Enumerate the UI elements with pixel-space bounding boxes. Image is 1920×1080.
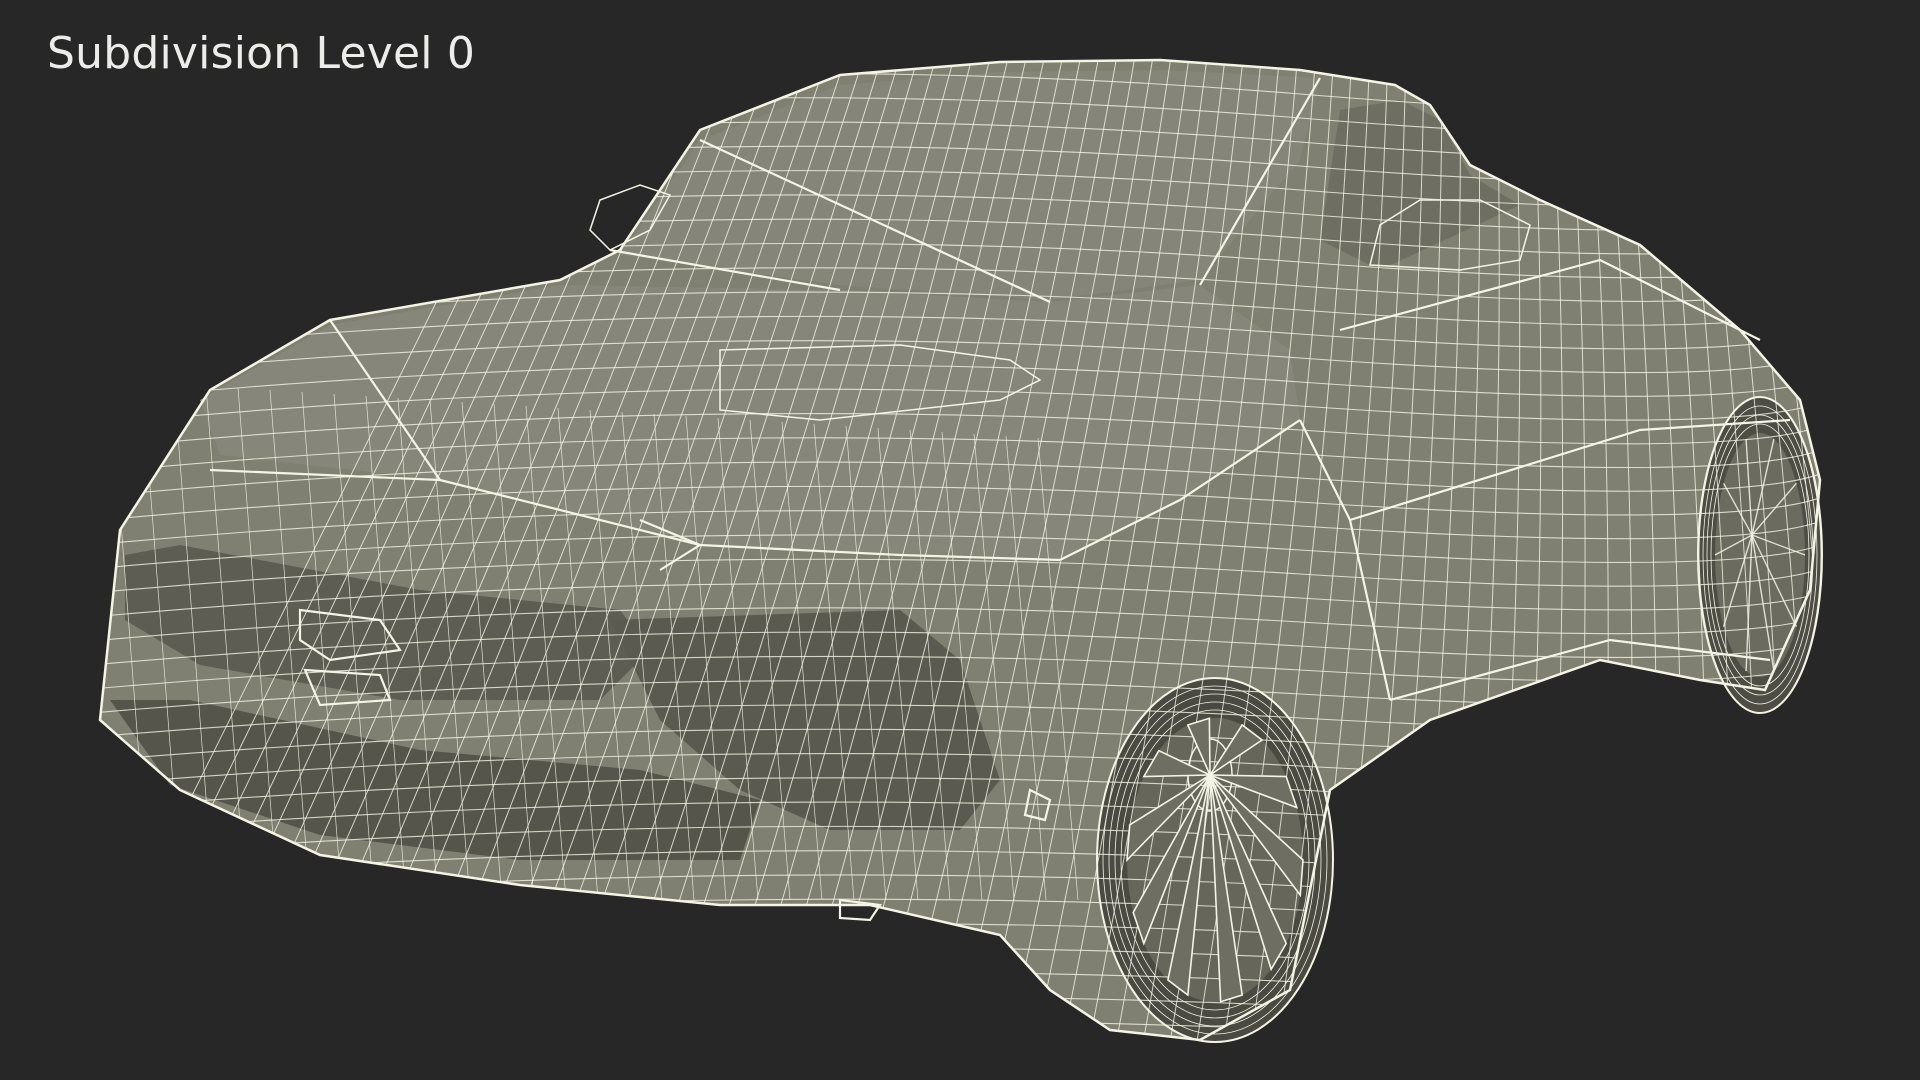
render-viewport: Subdivision Level 0 bbox=[0, 0, 1920, 1080]
car-wireframe-icon bbox=[98, 58, 1823, 1043]
